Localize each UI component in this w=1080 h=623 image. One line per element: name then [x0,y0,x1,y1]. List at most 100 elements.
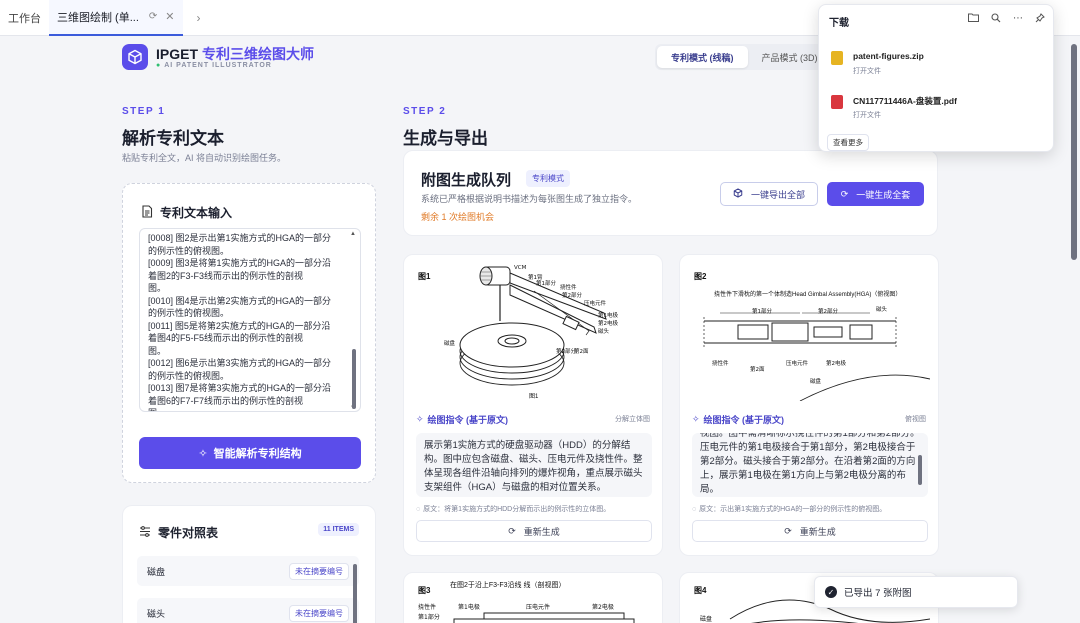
queue-mode-badge: 专利模式 [526,170,570,187]
patent-text-content: [0008] 图2是示出第1实施方式的HGA的一部分 的例示性的俯视图。 [0009… [148,232,346,411]
tab-3d-drawing[interactable]: 三维图绘制 (单... ⟳ ✕ [49,0,183,36]
figure-number: 图1 [418,272,431,281]
chat-icon: ◌ [416,506,421,513]
open-file-link[interactable]: 打开文件 [853,110,881,120]
source-text: ◌ 原文：示出第1实施方式的HGA的一部分的例示性的俯视图。 [692,506,887,513]
chat-icon: ◌ [692,506,697,513]
patent-input-card: 专利文本输入 [0008] 图2是示出第1实施方式的HGA的一部分 的例示性的俯视… [122,183,376,483]
figure-label: 第1臂 [528,273,543,281]
analyze-button[interactable]: ✧ 智能解析专利结构 [139,437,361,469]
figure-caption: 图1 [529,394,539,400]
figure-label: 第1部分 [536,279,556,287]
patent-text-line: 着图6的F7-F7线而示出的例示性的剖视 [148,395,304,406]
cube-logo-icon [122,44,148,70]
figure-number: 图3 [418,586,431,595]
patent-text-line: [0008] 图2是示出第1实施方式的HGA的一部分 [148,233,332,243]
instruction-header: ✧ 绘图指令 (基于原文) [416,414,509,425]
figure-card-1: VCM 第1臂 第1部分 挠性件 第2部分 压电元件 第1电极 第2电极 磁头 磁盘 第2部分 第2面… [403,254,663,556]
download-toolbar: ⋯ [968,13,1045,26]
download-item-pdf[interactable]: CN117711446A-盘装置.pdf 打开文件 [829,93,1049,127]
folder-icon[interactable] [968,13,979,26]
pdf-file-icon [831,95,843,109]
search-icon[interactable] [991,13,1001,26]
patent-text-line: 的例示性的俯视图。 [148,245,230,256]
instruction-text-box[interactable]: 视图。图中需清晰标示挠性件的第1部分和第2部分。压电元件的第1电极接合于第1部分… [692,433,928,497]
input-card-header: 专利文本输入 [141,204,232,221]
document-icon [141,204,153,221]
figure-label: 压电元件 [584,299,607,307]
tab-workbench[interactable]: 工作台 [0,0,49,36]
sparkle-icon: ✧ [416,414,424,424]
regenerate-button[interactable]: ⟳ 重新生成 [416,520,652,542]
chevron-right-icon[interactable]: › [197,11,201,25]
figure-label: 第2部分 [818,307,838,315]
patent-text-line: [0009] 图3是将第1实施方式的HGA的一部分沿 [148,258,332,268]
figure-label: 磁头 [598,327,610,335]
figure-caption: 挠性件下滑枕的第一个体制造Head Gimbal Assembly(HGA)（俯… [714,292,902,298]
figure-label: 第1电极 [458,603,480,611]
step1-desc: 粘贴专利全文，AI 将自动识别绘图任务。 [122,153,287,163]
figure-label: 压电元件 [526,603,550,611]
open-file-link[interactable]: 打开文件 [853,66,881,76]
mode-patent[interactable]: 专利模式 (线稿) [657,46,748,68]
export-all-button[interactable]: 一键导出全部 [720,182,818,206]
table-row[interactable]: 磁头 未在摘要编号 [137,598,359,623]
tab-label: 三维图绘制 (单... [57,11,139,24]
more-icon[interactable]: ⋯ [1013,13,1023,26]
page-scroll-thumb[interactable] [1071,44,1077,260]
mode-switch: 专利模式 (线稿) 产品模式 (3D) [655,44,834,70]
refresh-icon: ⟳ [508,525,516,536]
queue-title: 附图生成队列 [421,172,512,189]
step1-label: STEP 1 [122,106,166,117]
patent-text-line: 的例示性的俯视图。 [148,370,230,381]
patent-text-line: [0011] 图5是将第2实施方式的HGA的一部分沿 [148,320,331,331]
figure-number: 图2 [694,272,707,281]
figure-label: 第2部分 [562,291,582,299]
figure-1-preview[interactable]: VCM 第1臂 第1部分 挠性件 第2部分 压电元件 第1电极 第2电极 磁头 磁盘 第2部分 第2面… [414,261,654,401]
pin-icon[interactable] [1035,13,1045,26]
instruction-scroll-thumb[interactable] [918,455,922,485]
patent-text-line: 着图4的F5-F5线而示出的例示性的剖视 [148,333,304,343]
download-item-zip[interactable]: patent-figures.zip 打开文件 [829,49,1049,83]
brand-subtitle: ● AI PATENT ILLUSTRATOR [156,62,272,69]
figure-label: 第2电极 [592,603,614,611]
figure-label: 第1部分 [418,613,440,621]
figure-card-3: 挠性件 第1部分 第1电极 压电元件 第2电极 图3 在图2于沿上F3-F3沿线 线（剖… [403,572,663,623]
generate-all-button[interactable]: ⟳ 一键生成全套 [827,182,924,206]
step2-label: STEP 2 [403,106,447,117]
figure-label: 第1部分 [752,307,772,315]
figure-label: VCM [514,265,527,271]
close-icon[interactable]: ✕ [165,10,174,23]
figure-label: 磁盘 [700,615,712,623]
instruction-text-box[interactable]: 展示第1实施方式的硬盘驱动器（HDD）的分解结构。图中应包含磁盘、磁头、压电元件… [416,433,652,497]
figure-label: 磁头 [876,305,888,313]
refresh-icon: ⟳ [784,525,792,536]
figure-2-preview[interactable]: 第1部分 第2部分 磁头 挠性件 第2面 压电元件 第2电极 磁盘 图2 挠性件下滑枕的第一个… [690,261,931,402]
queue-desc: 系统已严格根据说明书描述为每张图生成了独立指令。 [421,194,638,204]
figure-label: 挠性件 [712,359,729,367]
figure-3-preview[interactable]: 挠性件 第1部分 第1电极 压电元件 第2电极 图3 在图2于沿上F3-F3沿线 线（剖… [414,579,654,623]
brand-title: IPGET 专利三维绘图大师 [156,46,315,62]
figure-card-2: 第1部分 第2部分 磁头 挠性件 第2面 压电元件 第2电极 磁盘 图2 挠性件下滑枕的第一个… [679,254,939,556]
download-panel: 下载 ⋯ patent-figures.zip 打开文件 CN117711446… [818,4,1054,152]
cube-icon [733,188,743,200]
refresh-icon[interactable]: ⟳ [149,11,157,22]
zip-file-icon [831,51,843,65]
textarea-scroll-thumb[interactable] [352,349,356,409]
check-circle-icon: ✓ [825,586,837,598]
patent-text-line: 图。 [148,345,167,356]
download-title: 下载 [829,18,849,29]
step1-title: 解析专利文本 [122,129,224,148]
patent-text-line: [0010] 图4是示出第2实施方式的HGA的一部分 [148,295,332,306]
parts-table-card: 零件对照表 11 ITEMS 磁盘 未在摘要编号 磁头 未在摘要编号 [122,505,376,623]
regenerate-button[interactable]: ⟳ 重新生成 [692,520,928,542]
table-row[interactable]: 磁盘 未在摘要编号 [137,556,359,586]
patent-text-input[interactable]: [0008] 图2是示出第1实施方式的HGA的一部分 的例示性的俯视图。 [0009… [139,228,361,412]
see-more-button[interactable]: 查看更多 [827,134,869,151]
refresh-icon: ⟳ [840,188,849,199]
generation-queue-card: 附图生成队列 专利模式 系统已严格根据说明书描述为每张图生成了独立指令。 剩余 … [403,150,938,236]
export-toast: ✓ 已导出 7 张附图 [814,576,1018,608]
figure-label: 挠性件 [418,603,436,611]
parts-scroll-thumb[interactable] [353,564,357,623]
view-type: 分解立体图 [615,416,650,423]
